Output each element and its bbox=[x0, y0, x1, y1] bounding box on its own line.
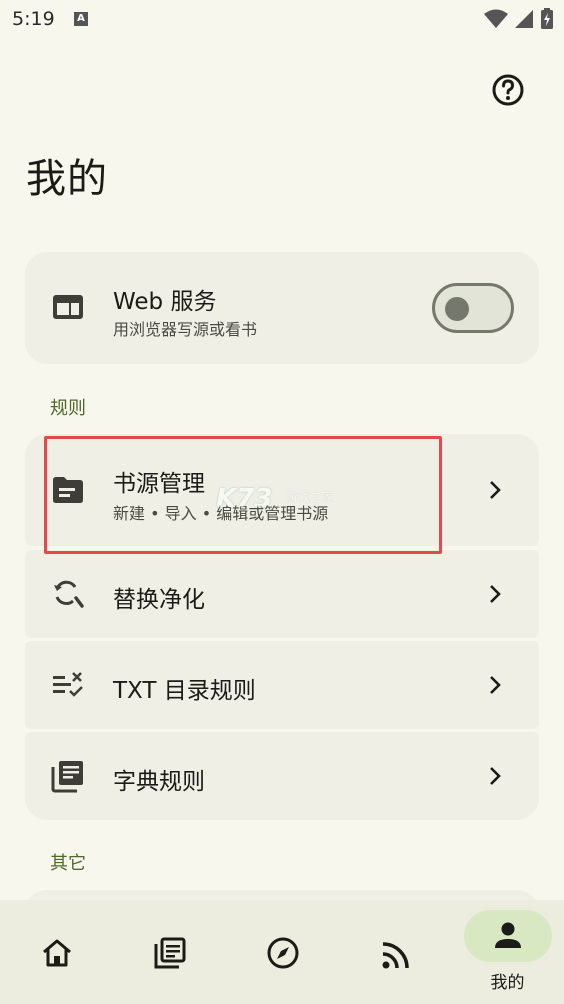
person-icon bbox=[494, 922, 521, 948]
watermark-logo: K73 bbox=[216, 484, 273, 514]
watermark: K73 游戏之家 bbox=[216, 484, 356, 524]
web-service-toggle[interactable] bbox=[432, 283, 514, 333]
nav-bookshelf[interactable] bbox=[113, 900, 226, 1004]
row-replace-purify[interactable]: 替换净化 bbox=[25, 550, 539, 638]
chevron-right-icon bbox=[490, 585, 501, 603]
chevron-right-icon bbox=[490, 767, 501, 785]
notification-icon: A bbox=[74, 12, 88, 26]
section-label-rules: 规则 bbox=[50, 398, 86, 419]
nav-rss[interactable] bbox=[339, 900, 452, 1004]
web-window-icon bbox=[53, 295, 83, 319]
signal-icon bbox=[514, 10, 533, 28]
row-title: 替换净化 bbox=[113, 587, 205, 613]
status-icons bbox=[483, 8, 554, 30]
library-books-icon bbox=[51, 761, 83, 793]
row-txt-toc-rules[interactable]: TXT 目录规则 bbox=[25, 641, 539, 729]
row-title: 字典规则 bbox=[113, 769, 205, 795]
find-replace-icon bbox=[54, 580, 84, 608]
toggle-knob bbox=[445, 297, 469, 321]
nav-my[interactable]: 我的 bbox=[451, 900, 564, 1004]
nav-discover[interactable] bbox=[226, 900, 339, 1004]
compass-icon bbox=[267, 937, 298, 969]
bookshelf-icon bbox=[154, 937, 185, 969]
bottom-navigation: 我的 bbox=[0, 900, 564, 1004]
nav-my-label: 我的 bbox=[490, 973, 525, 993]
help-icon[interactable] bbox=[488, 70, 528, 110]
wifi-icon bbox=[483, 9, 508, 28]
watermark-text: 游戏之家 bbox=[286, 490, 335, 504]
chevron-right-icon bbox=[490, 481, 501, 499]
web-service-title: Web 服务 bbox=[113, 289, 217, 315]
status-time: 5:19 bbox=[12, 8, 55, 30]
rss-icon bbox=[382, 942, 409, 969]
status-bar: 5:19 A bbox=[0, 0, 564, 40]
page-title: 我的 bbox=[26, 156, 108, 202]
row-dictionary-rules[interactable]: 字典规则 bbox=[25, 732, 539, 820]
battery-icon bbox=[541, 8, 553, 29]
row-title: TXT 目录规则 bbox=[113, 678, 256, 704]
web-service-card[interactable]: Web 服务 用浏览器写源或看书 bbox=[25, 252, 539, 364]
chevron-right-icon bbox=[490, 676, 501, 694]
home-icon bbox=[42, 939, 71, 967]
section-label-other: 其它 bbox=[50, 853, 86, 874]
list-check-icon bbox=[53, 672, 83, 697]
nav-home[interactable] bbox=[0, 900, 113, 1004]
web-service-subtitle: 用浏览器写源或看书 bbox=[113, 320, 258, 339]
